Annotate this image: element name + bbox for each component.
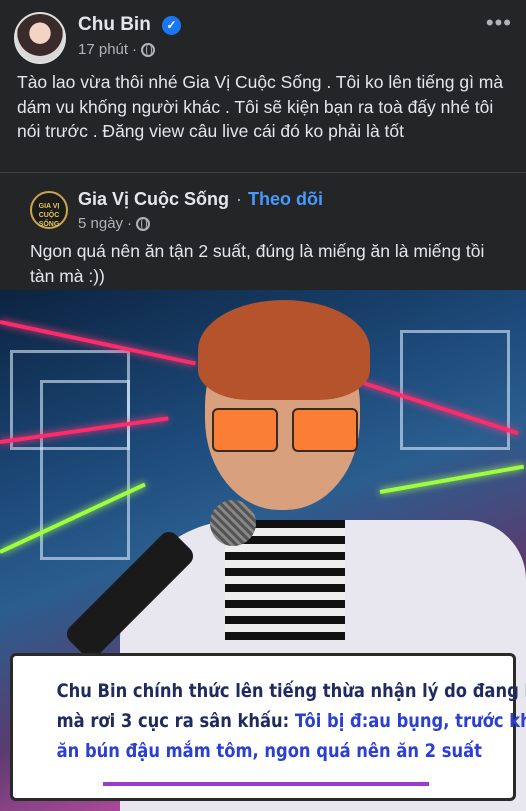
post-meta: 17 phút · xyxy=(78,41,156,58)
shared-page-avatar[interactable]: GIA VỊ CUỘC SỐNG xyxy=(30,191,68,229)
caption-line-3: ăn bún đậu mắm tôm, ngon quá nên ăn 2 su… xyxy=(56,740,482,762)
shared-page-name[interactable]: Gia Vị Cuộc Sống xyxy=(78,189,229,210)
post-photo[interactable]: Chu Bin chính thức lên tiếng thừa nhận l… xyxy=(0,290,526,811)
meta-separator: · xyxy=(132,41,138,58)
shared-avatar-text: GIA VỊ CUỘC SỐNG xyxy=(38,203,60,228)
shared-separator: · xyxy=(127,215,133,232)
stage-light-frame xyxy=(40,380,130,560)
stage-beam xyxy=(379,464,525,494)
verified-badge-icon: ✓ xyxy=(162,16,181,35)
author-name[interactable]: Chu Bin xyxy=(78,14,151,36)
follow-button[interactable]: Theo dõi xyxy=(248,189,323,210)
caption-line-2: mà rơi 3 cục ra sân khấu: Tôi bị đ:au bụ… xyxy=(56,706,526,736)
shared-time[interactable]: 5 ngày xyxy=(78,215,123,232)
more-options-icon[interactable]: ••• xyxy=(486,10,512,36)
stage-light-frame xyxy=(400,330,510,450)
microphone-head xyxy=(210,500,256,546)
singer-hair xyxy=(198,300,370,400)
post-time[interactable]: 17 phút xyxy=(78,41,128,58)
image-caption-box: Chu Bin chính thức lên tiếng thừa nhận l… xyxy=(10,653,526,801)
caption-line-2-part1: mà rơi 3 cục ra sân khấu: xyxy=(56,710,295,732)
globe-icon xyxy=(141,42,156,57)
post-header: Chu Bin ✓ 17 phút · ••• xyxy=(0,0,526,68)
caption-line-1: Chu Bin chính thức lên tiếng thừa nhận l… xyxy=(56,680,526,702)
caption-underline xyxy=(103,782,429,786)
post-text: Tào lao vừa thôi nhé Gia Vị Cuộc Sống . … xyxy=(17,72,504,141)
author-avatar[interactable] xyxy=(14,12,66,64)
shared-dot: · xyxy=(236,189,242,209)
shared-text: Ngon quá nên ăn tận 2 suất, đúng là miến… xyxy=(30,241,485,286)
globe-icon xyxy=(136,216,151,231)
shared-meta: 5 ngày · xyxy=(78,215,151,232)
caption-line-2-part2: Tôi bị đ:au bụng, trước khi diễn xyxy=(294,710,526,732)
singer-glasses xyxy=(212,408,360,452)
shared-post[interactable]: GIA VỊ CUỘC SỐNG Gia Vị Cuộc Sống · Theo… xyxy=(0,172,526,290)
